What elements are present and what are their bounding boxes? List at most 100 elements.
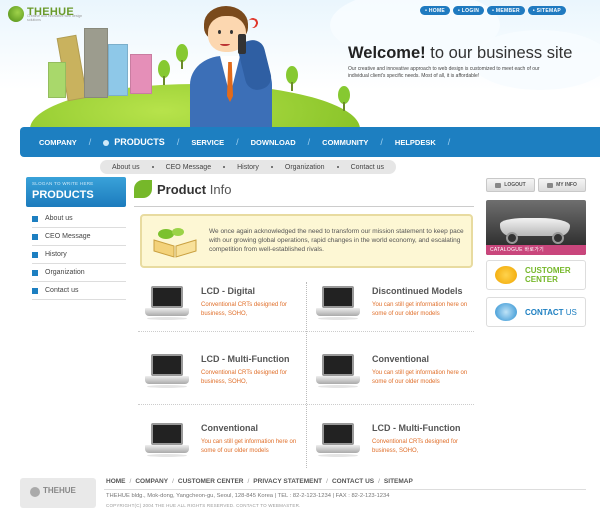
logo-mark-icon bbox=[8, 6, 24, 22]
footer-copyright: COPYRIGHT(C) 2004 THE HUE ALL RIGHTS RES… bbox=[106, 503, 301, 508]
product-description: You can still get information here on so… bbox=[372, 302, 468, 317]
product-item[interactable]: LCD - Multi-Function Conventional CRTs d… bbox=[145, 352, 305, 398]
util-home-link[interactable]: • HOME bbox=[420, 6, 451, 15]
intro-box: We once again acknowledged the need to t… bbox=[140, 214, 473, 268]
nav-separator: / bbox=[380, 137, 383, 147]
sidebar-banner: SLOGAN TO WRITE HERE PRODUCTS bbox=[26, 177, 126, 207]
sidebar-item-contact-us[interactable]: Contact us bbox=[32, 282, 126, 300]
title-divider bbox=[134, 206, 474, 207]
user-icon bbox=[547, 182, 554, 188]
product-title: Conventional bbox=[372, 354, 430, 364]
nav-separator: / bbox=[88, 137, 92, 147]
nav-separator: / bbox=[307, 137, 311, 147]
nav-separator: / bbox=[236, 137, 239, 147]
footer-address: THEHUE bldg., Mok-dong, Yangcheon-gu, Se… bbox=[106, 493, 390, 499]
tree-trunk bbox=[181, 60, 183, 69]
sidebar-menu: About us CEO Message History Organizatio… bbox=[32, 210, 126, 300]
tree-trunk bbox=[343, 102, 345, 111]
footer-logo[interactable]: THEHUE bbox=[20, 478, 96, 508]
footer-divider bbox=[104, 489, 586, 490]
nav-community[interactable]: COMMUNITY bbox=[322, 138, 368, 147]
util-sitemap-link[interactable]: • SITEMAP bbox=[527, 6, 566, 15]
product-title: LCD - Multi-Function bbox=[372, 423, 461, 433]
sidebar-item-about-us[interactable]: About us bbox=[32, 210, 126, 228]
util-member-link[interactable]: • MEMBER bbox=[487, 6, 525, 15]
catalogue-banner[interactable]: CATALOGUE 바로가기 bbox=[486, 200, 586, 255]
product-description: Conventional CRTs designed for business,… bbox=[201, 370, 287, 385]
laptop-icon bbox=[316, 423, 360, 463]
footer-link-company[interactable]: COMPANY bbox=[135, 478, 168, 485]
intro-text: We once again acknowledged the need to t… bbox=[209, 228, 464, 253]
footer-links: HOME / COMPANY / CUSTOMER CENTER / PRIVA… bbox=[106, 478, 413, 485]
footer-link-home[interactable]: HOME bbox=[106, 478, 126, 485]
bullet-icon bbox=[32, 233, 38, 240]
sidebar-item-ceo-message[interactable]: CEO Message bbox=[32, 228, 126, 246]
logo-tagline: Creative and innovative web design solut… bbox=[27, 14, 83, 22]
product-title: Discontinued Models bbox=[372, 286, 463, 296]
businessman-illustration bbox=[190, 4, 286, 128]
grid-divider bbox=[138, 331, 474, 332]
product-item[interactable]: Conventional You can still get informati… bbox=[145, 421, 305, 467]
subnav-organization[interactable]: Organization bbox=[285, 164, 325, 171]
sub-nav: About us CEO Message History Organizatio… bbox=[100, 160, 396, 174]
subnav-ceo-message[interactable]: CEO Message bbox=[166, 164, 212, 171]
tree-trunk bbox=[163, 76, 165, 85]
sidebar-title: PRODUCTS bbox=[32, 189, 94, 201]
logo-mark-icon bbox=[30, 487, 40, 497]
contact-us-button[interactable]: CONTACT US bbox=[486, 297, 586, 327]
laptop-icon bbox=[316, 286, 360, 326]
bullet-icon bbox=[32, 287, 38, 294]
util-login-link[interactable]: • LOGIN bbox=[453, 6, 485, 15]
sidebar-item-history[interactable]: History bbox=[32, 246, 126, 264]
building-illustration bbox=[84, 28, 108, 98]
building-illustration bbox=[48, 62, 66, 98]
sidebar-slogan: SLOGAN TO WRITE HERE bbox=[32, 181, 94, 186]
customer-center-button[interactable]: CUSTOMER CENTER bbox=[486, 260, 586, 290]
product-description: You can still get information here on so… bbox=[201, 439, 297, 454]
nav-helpdesk[interactable]: HELPDESK bbox=[395, 138, 436, 147]
footer-link-privacy[interactable]: PRIVACY STATEMENT bbox=[253, 478, 322, 485]
footer-link-customer-center[interactable]: CUSTOMER CENTER bbox=[178, 478, 244, 485]
footer-link-contact-us[interactable]: CONTACT US bbox=[332, 478, 374, 485]
laptop-icon bbox=[145, 286, 189, 326]
bullet-icon bbox=[32, 215, 38, 222]
product-item[interactable]: Discontinued Models You can still get in… bbox=[316, 284, 476, 330]
bullet-icon bbox=[32, 269, 38, 276]
open-book-icon bbox=[153, 228, 197, 258]
subnav-history[interactable]: History bbox=[237, 164, 259, 171]
product-item[interactable]: LCD - Multi-Function Conventional CRTs d… bbox=[316, 421, 476, 467]
page-title: Product Info bbox=[134, 180, 231, 198]
product-item[interactable]: LCD - Digital Conventional CRTs designed… bbox=[145, 284, 305, 330]
tree-trunk bbox=[291, 82, 293, 91]
customer-center-label: CUSTOMER CENTER bbox=[525, 266, 571, 284]
nav-products[interactable]: PRODUCTS bbox=[103, 137, 165, 147]
product-title: LCD - Multi-Function bbox=[201, 354, 290, 364]
leaf-icon bbox=[103, 139, 110, 146]
subnav-about-us[interactable]: About us bbox=[112, 164, 140, 171]
contact-us-label: CONTACT US bbox=[525, 307, 577, 317]
mail-icon bbox=[495, 303, 517, 321]
ringing-icon bbox=[246, 16, 260, 30]
nav-service[interactable]: SERVICE bbox=[191, 138, 224, 147]
my-info-button[interactable]: MY INFO bbox=[538, 178, 586, 192]
product-item[interactable]: Conventional You can still get informati… bbox=[316, 352, 476, 398]
phone-icon bbox=[238, 34, 246, 54]
laptop-icon bbox=[145, 423, 189, 463]
header-banner: THEHUE Creative and innovative web desig… bbox=[0, 0, 600, 128]
logout-button[interactable]: LOGOUT bbox=[486, 178, 535, 192]
catalogue-label: CATALOGUE 바로가기 bbox=[486, 245, 586, 255]
subnav-contact-us[interactable]: Contact us bbox=[351, 164, 384, 171]
laptop-icon bbox=[316, 354, 360, 394]
nav-download[interactable]: DOWNLOAD bbox=[251, 138, 296, 147]
grid-divider bbox=[138, 404, 474, 405]
nav-separator: / bbox=[447, 137, 451, 147]
bullet-icon bbox=[32, 251, 38, 258]
sidebar-item-organization[interactable]: Organization bbox=[32, 264, 126, 282]
welcome-description: Our creative and innovative approach to … bbox=[348, 66, 540, 79]
footer-link-sitemap[interactable]: SITEMAP bbox=[384, 478, 413, 485]
utility-nav: • HOME • LOGIN • MEMBER • SITEMAP bbox=[420, 6, 566, 15]
main-nav: COMPANY / PRODUCTS / SERVICE / DOWNLOAD … bbox=[20, 127, 600, 157]
building-illustration bbox=[108, 44, 128, 96]
phone-icon bbox=[495, 266, 517, 284]
nav-company[interactable]: COMPANY bbox=[39, 138, 77, 147]
